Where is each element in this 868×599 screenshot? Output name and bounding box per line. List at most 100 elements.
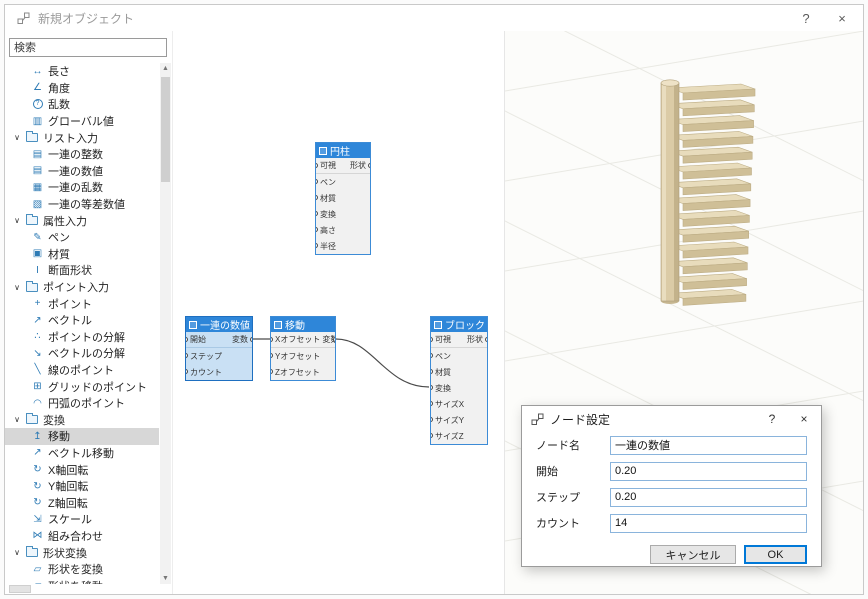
tree-item-transform-shape[interactable]: ▱ 形状を変換	[5, 561, 159, 578]
input-port[interactable]	[431, 433, 433, 438]
count-input[interactable]	[610, 513, 807, 533]
tree-item-length[interactable]: ↔ 長さ	[5, 63, 159, 80]
tree-item-vector-decompose[interactable]: ↘ ベクトルの分解	[5, 345, 159, 362]
field-row: 開始	[522, 458, 821, 484]
tree-item-profile[interactable]: I 断面形状	[5, 262, 159, 279]
input-port[interactable]	[186, 353, 188, 358]
tree-item-angle[interactable]: ∠ 角度	[5, 80, 159, 97]
input-port[interactable]	[271, 369, 273, 374]
tree-item-random-series[interactable]: ▦ 一連の乱数	[5, 179, 159, 196]
new-object-window: 新規オブジェクト ? × ↔長さ ∠角度 ?乱数 ▥グローバル値 ∨リスト入力 …	[4, 4, 864, 595]
output-port[interactable]	[485, 337, 487, 342]
tree-item-vector-move[interactable]: ↗ ベクトル移動	[5, 445, 159, 462]
input-port[interactable]	[431, 401, 433, 406]
ok-button[interactable]: OK	[744, 545, 807, 564]
input-port[interactable]	[431, 353, 433, 358]
tree-item-arc-points[interactable]: ◠ 円弧のポイント	[5, 395, 159, 412]
scroll-up-icon[interactable]: ▲	[160, 63, 171, 74]
tree-item-scale[interactable]: ⇲ スケール	[5, 511, 159, 528]
step-label: ステップ	[536, 492, 580, 504]
node-cylinder[interactable]: 円柱 可視 形状 ペン 材質 変換 高さ 半径	[315, 142, 371, 255]
tree-category-point-input[interactable]: ∨ ポイント入力	[5, 279, 159, 296]
tree-item-random-number[interactable]: ? 乱数	[5, 96, 159, 113]
tree-category-list-input[interactable]: ∨ リスト入力	[5, 129, 159, 146]
tree-item-integer-series[interactable]: ▤ 一連の整数	[5, 146, 159, 163]
node-number-series[interactable]: 一連の数値 開始 変数 ステップ カウント	[185, 316, 253, 381]
input-port[interactable]	[316, 211, 318, 216]
help-button[interactable]: ?	[797, 11, 815, 26]
output-port[interactable]	[250, 337, 252, 342]
scrollbar-thumb[interactable]	[161, 77, 170, 182]
tree-item-global-value[interactable]: ▥ グローバル値	[5, 113, 159, 130]
node-cylinder-header[interactable]: 円柱	[316, 143, 370, 158]
port-row: ペン	[431, 348, 487, 364]
tree-item-vector[interactable]: ↗ ベクトル	[5, 312, 159, 329]
tree-category-transform[interactable]: ∨ 変換	[5, 411, 159, 428]
cancel-button[interactable]: キャンセル	[650, 545, 736, 564]
output-port[interactable]	[333, 337, 335, 342]
node-move-header[interactable]: 移動	[271, 317, 335, 332]
tree-item-combine[interactable]: ⋈ 組み合わせ	[5, 528, 159, 545]
tree-item-material[interactable]: ▣ 材質	[5, 246, 159, 263]
input-port[interactable]	[186, 369, 188, 374]
folder-icon	[26, 280, 38, 292]
tree-item-arithmetic-series[interactable]: ▧ 一連の等差数値	[5, 196, 159, 213]
input-port[interactable]	[431, 385, 433, 390]
node-block[interactable]: ブロック 可視 形状 ペン 材質 変換 サイズX サイズY サイズZ	[430, 316, 488, 445]
node-block-header[interactable]: ブロック	[431, 317, 487, 332]
node-move[interactable]: 移動 Xオフセット変数 Yオフセット Zオフセット	[270, 316, 336, 381]
node-number-series-header[interactable]: 一連の数値	[186, 317, 252, 332]
port-row: 高さ	[316, 222, 370, 238]
dialog-buttons: キャンセル OK	[522, 536, 821, 564]
tree-category-shape-transform[interactable]: ∨ 形状変換	[5, 544, 159, 561]
tree-item-line-points[interactable]: ╲ 線のポイント	[5, 362, 159, 379]
chevron-down-icon: ∨	[14, 548, 20, 558]
node-library-sidebar: ↔長さ ∠角度 ?乱数 ▥グローバル値 ∨リスト入力 ▤一連の整数 ▤一連の数値…	[5, 31, 172, 594]
input-port[interactable]	[316, 195, 318, 200]
input-port[interactable]	[186, 337, 188, 342]
input-port[interactable]	[431, 417, 433, 422]
start-input[interactable]	[610, 461, 807, 481]
output-port[interactable]	[368, 163, 370, 168]
input-port[interactable]	[271, 353, 273, 358]
port-row: 可視 形状	[431, 332, 487, 348]
input-port[interactable]	[431, 337, 433, 342]
field-row: ノード名	[522, 432, 821, 458]
step-input[interactable]	[610, 487, 807, 507]
input-port[interactable]	[431, 369, 433, 374]
tree-item-move[interactable]: ↥ 移動	[5, 428, 159, 445]
tree-item-point[interactable]: + ポイント	[5, 295, 159, 312]
dialog-title-bar[interactable]: ノード設定 ? ×	[522, 406, 821, 432]
tree-item-rotate-y[interactable]: ↻ Y軸回転	[5, 478, 159, 495]
tree-item-point-decompose[interactable]: ∴ ポイントの分解	[5, 329, 159, 346]
port-row: 可視 形状	[316, 158, 370, 174]
tree-item-number-series[interactable]: ▤ 一連の数値	[5, 163, 159, 180]
rotate-z-icon: ↻	[33, 497, 42, 509]
search-input[interactable]	[9, 38, 167, 57]
dialog-close-button[interactable]: ×	[796, 412, 812, 426]
tree-item-grid-points[interactable]: ⊞ グリッドのポイント	[5, 378, 159, 395]
port-row: カウント	[186, 364, 252, 380]
dialog-help-button[interactable]: ?	[764, 412, 780, 426]
input-port[interactable]	[316, 179, 318, 184]
tree-item-rotate-z[interactable]: ↻ Z軸回転	[5, 494, 159, 511]
tree-category-attribute-input[interactable]: ∨ 属性入力	[5, 212, 159, 229]
tree-scrollbar[interactable]: ▲ ▼	[160, 63, 171, 584]
scroll-down-icon[interactable]: ▼	[160, 573, 171, 584]
close-button[interactable]: ×	[833, 11, 851, 26]
input-port[interactable]	[316, 227, 318, 232]
transform-shape-icon: ▱	[33, 563, 42, 575]
input-port[interactable]	[271, 337, 273, 342]
profile-icon: I	[36, 264, 39, 276]
node-graph-canvas[interactable]: 円柱 可視 形状 ペン 材質 変換 高さ 半径 一連の数値 開始 変数 ステップ カ…	[172, 31, 504, 594]
input-port[interactable]	[316, 163, 318, 168]
folder-icon	[26, 214, 38, 226]
column-object	[660, 79, 680, 304]
node-name-input[interactable]	[610, 435, 807, 455]
tree-item-pen[interactable]: ✎ ペン	[5, 229, 159, 246]
input-port[interactable]	[316, 243, 318, 248]
tree-item-move-shape[interactable]: ▰形状を移動	[5, 577, 159, 584]
title-bar[interactable]: 新規オブジェクト ? ×	[5, 5, 863, 31]
app-icon	[17, 12, 30, 24]
tree-item-rotate-x[interactable]: ↻ X軸回転	[5, 461, 159, 478]
